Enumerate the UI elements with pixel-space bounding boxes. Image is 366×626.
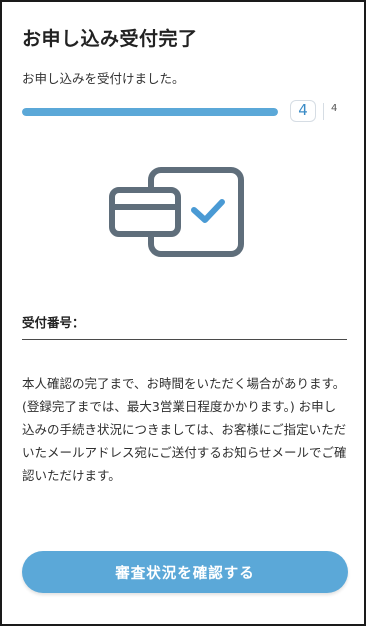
current-step-badge: 4	[290, 100, 316, 122]
step-divider	[323, 103, 324, 120]
notice-text: 本人確認の完了まで、お時間をいただく場合があります。(登録完了までは、最大3営業…	[22, 376, 347, 483]
check-mark	[191, 199, 225, 223]
step-progress: 4 4	[22, 98, 348, 126]
reception-number-underline	[22, 339, 347, 340]
check-status-button[interactable]: 審査状況を確認する	[22, 551, 348, 593]
reception-number-label: 受付番号：	[22, 315, 85, 330]
progress-fill	[22, 108, 278, 116]
total-steps: 4	[331, 103, 338, 114]
page-title: お申し込み受付完了	[22, 28, 198, 50]
progress-track	[22, 108, 278, 116]
confirmation-message: お申し込みを受付けました。	[22, 71, 185, 86]
card-check-icon	[109, 167, 244, 257]
credit-card-shape	[109, 187, 181, 237]
screen-frame: お申し込み受付完了 お申し込みを受付けました。 4 4 受付番号： 本人確認の完…	[0, 0, 366, 626]
